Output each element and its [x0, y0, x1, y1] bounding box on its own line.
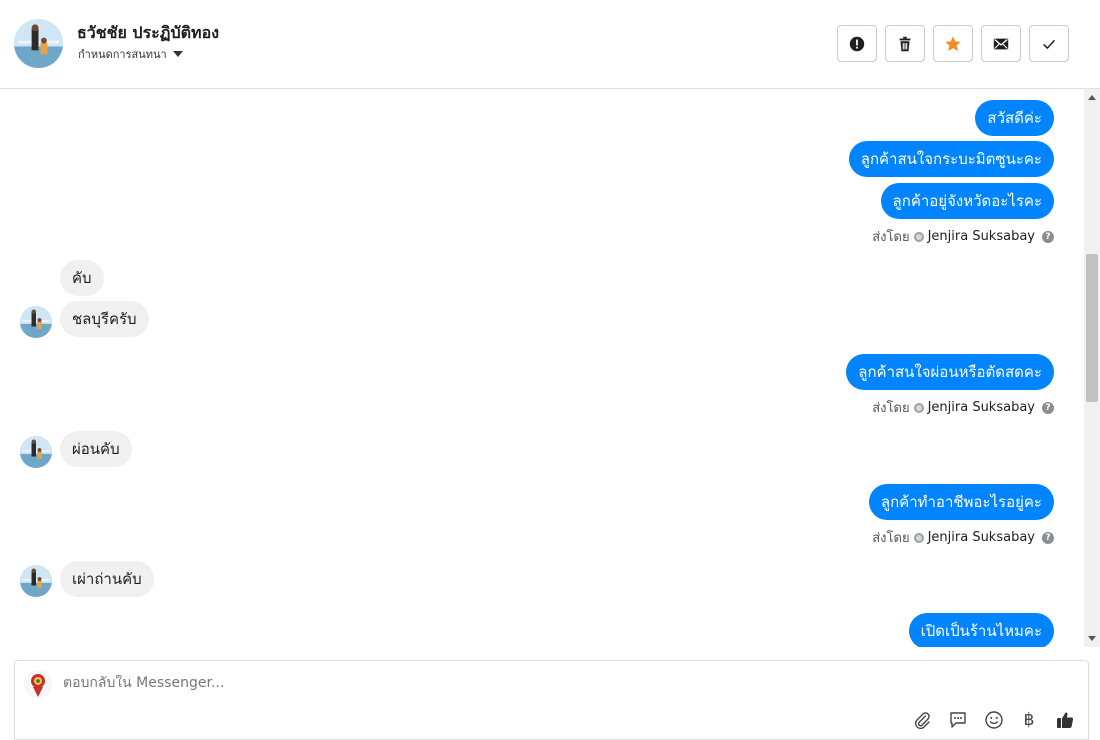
attach-icon[interactable]	[911, 709, 933, 731]
thread-scrollbar[interactable]	[1084, 89, 1100, 647]
mail-button[interactable]	[981, 25, 1021, 62]
check-icon	[1043, 39, 1055, 49]
reply-composer: ฿	[14, 660, 1089, 740]
agent-name: Jenjira Suksabay	[927, 229, 1035, 244]
avatar-photo-icon	[20, 436, 52, 468]
message-incoming[interactable]: ชลบุรีครับ	[60, 301, 149, 337]
page-avatar	[24, 670, 52, 698]
conversation-label-dropdown[interactable]: กำหนดการสนทนา	[78, 45, 183, 63]
help-icon[interactable]: ?	[1042, 531, 1054, 544]
exclamation-icon	[849, 36, 865, 51]
message-outgoing[interactable]: ลูกค้าทำอาชีพอะไรอยู่คะ	[868, 484, 1054, 520]
message-incoming[interactable]: เผ่าถ่านคับ	[60, 561, 154, 597]
messenger-conversation: ธวัชชัย ประฏิบัติทอง กำหนดการสนทนา สวัสด…	[0, 0, 1100, 740]
agent-name: Jenjira Suksabay	[927, 400, 1035, 415]
help-icon[interactable]: ?	[1042, 401, 1054, 414]
envelope-icon	[993, 38, 1009, 49]
reply-input[interactable]	[63, 675, 963, 691]
payment-baht-icon[interactable]: ฿	[1018, 709, 1040, 731]
page-logo-icon	[24, 670, 52, 698]
agent-name: Jenjira Suksabay	[927, 530, 1035, 545]
scroll-up-arrow-icon[interactable]	[1088, 95, 1096, 100]
contact-avatar[interactable]	[14, 19, 63, 68]
contact-name: ธวัชชัย ประฏิบัติทอง	[77, 23, 220, 42]
sent-by-info: ส่งโดย Jenjira Suksabay ?	[872, 226, 1054, 247]
sent-by-info: ส่งโดย Jenjira Suksabay ?	[872, 527, 1054, 548]
sent-by-label: ส่งโดย	[872, 230, 910, 245]
trash-icon	[899, 36, 911, 51]
scroll-thumb[interactable]	[1086, 254, 1098, 402]
saved-replies-icon[interactable]	[947, 709, 969, 731]
emoji-icon[interactable]	[983, 709, 1005, 731]
contact-avatar	[20, 436, 52, 468]
message-outgoing[interactable]: สวัสดีค่ะ	[975, 100, 1054, 136]
contact-avatar	[20, 565, 52, 597]
mark-done-button[interactable]	[1029, 25, 1069, 62]
agent-status-icon	[913, 231, 924, 242]
spam-button[interactable]	[837, 25, 877, 62]
message-outgoing[interactable]: ลูกค้าสนใจผ่อนหรือตัดสดคะ	[846, 354, 1054, 390]
conversation-label-text: กำหนดการสนทนา	[78, 48, 167, 61]
conversation-header: ธวัชชัย ประฏิบัติทอง กำหนดการสนทนา	[0, 0, 1100, 89]
avatar-photo-icon	[14, 19, 63, 68]
star-button[interactable]	[933, 25, 973, 62]
agent-status-icon	[913, 532, 924, 543]
message-incoming[interactable]: ผ่อนคับ	[60, 431, 132, 467]
avatar-photo-icon	[20, 565, 52, 597]
sent-by-label: ส่งโดย	[872, 531, 910, 546]
star-icon	[945, 35, 961, 51]
message-outgoing[interactable]: เปิดเป็นร้านไหมคะ	[908, 613, 1054, 647]
delete-button[interactable]	[885, 25, 925, 62]
message-outgoing[interactable]: ลูกค้าสนใจกระบะมิตซูนะคะ	[848, 141, 1054, 177]
chevron-down-icon	[172, 51, 183, 57]
agent-status-icon	[913, 402, 924, 413]
help-icon[interactable]: ?	[1042, 230, 1054, 243]
message-thread: สวัสดีค่ะ ลูกค้าสนใจกระบะมิตซูนะคะ ลูกค้…	[0, 89, 1084, 647]
message-outgoing[interactable]: ลูกค้าอยู่จังหวัดอะไรคะ	[880, 183, 1054, 219]
avatar-photo-icon	[20, 306, 52, 338]
scroll-down-arrow-icon[interactable]	[1088, 636, 1096, 641]
contact-avatar	[20, 306, 52, 338]
message-incoming[interactable]: คับ	[60, 260, 104, 296]
sent-by-label: ส่งโดย	[872, 401, 910, 416]
thumbs-up-icon[interactable]	[1054, 709, 1076, 731]
sent-by-info: ส่งโดย Jenjira Suksabay ?	[872, 397, 1054, 418]
